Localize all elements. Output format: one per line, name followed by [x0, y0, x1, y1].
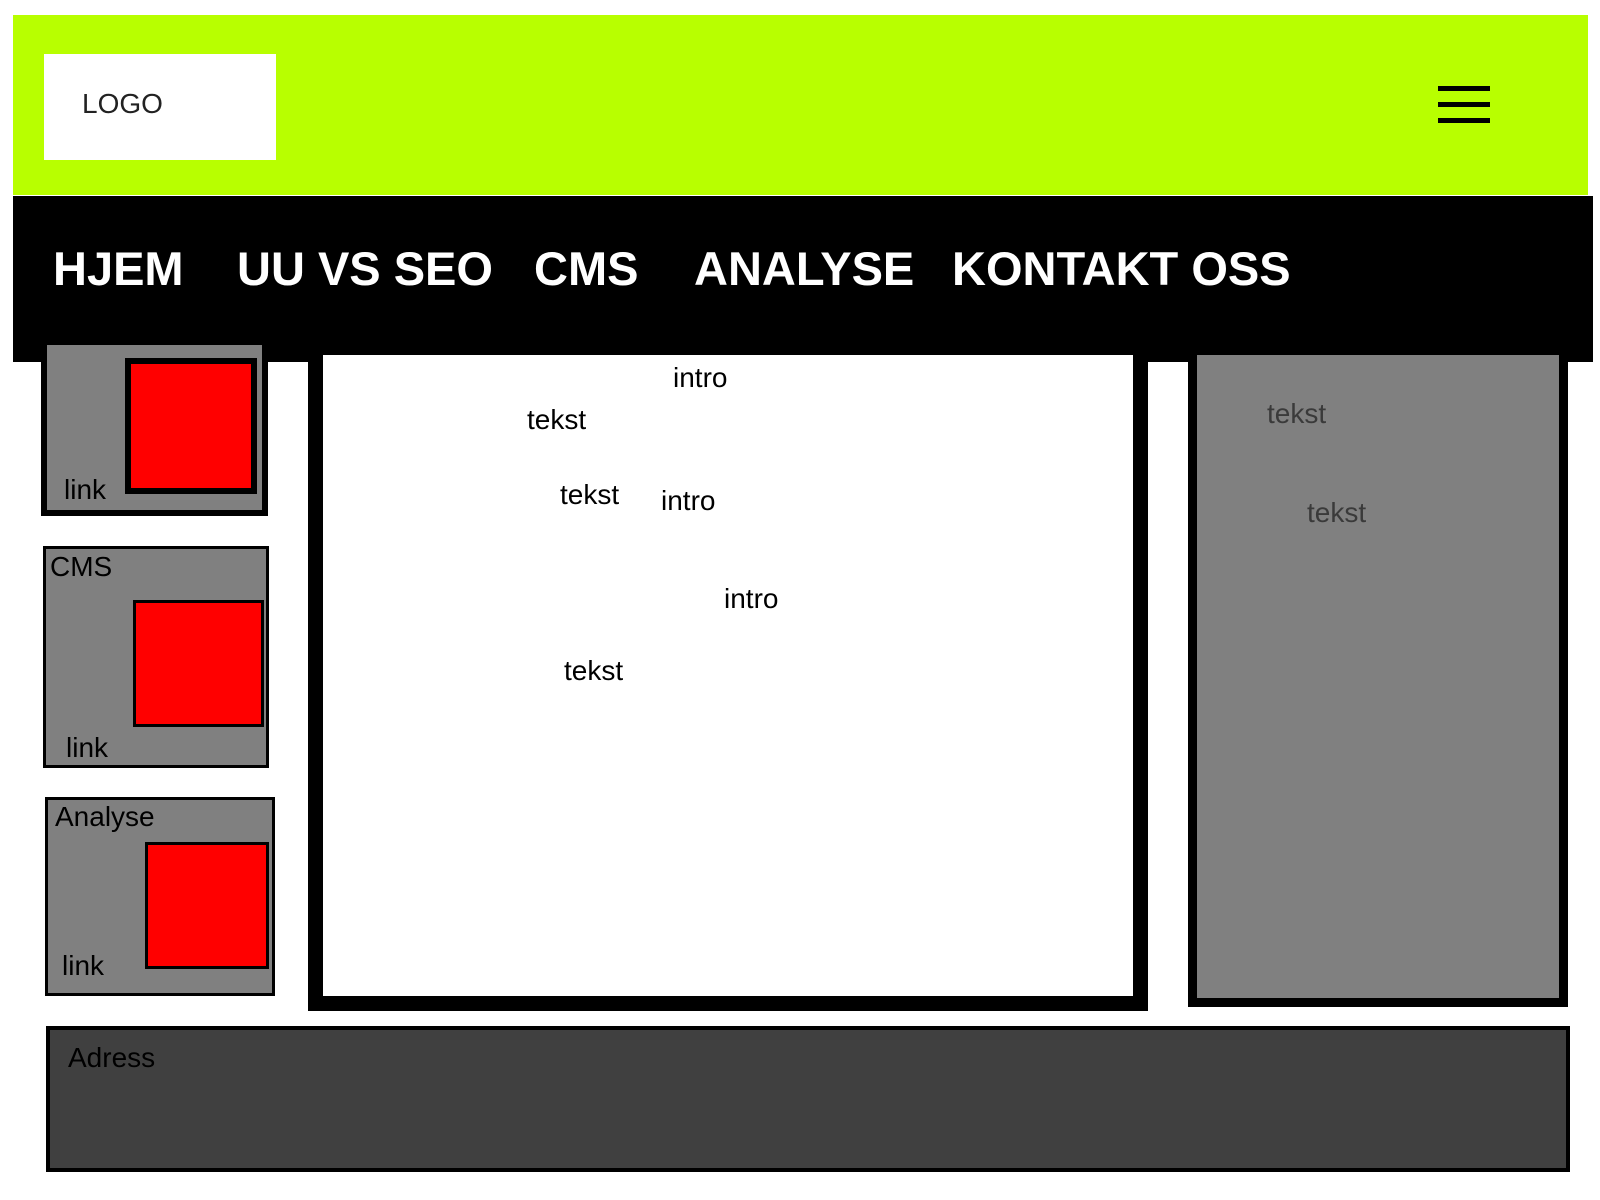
hamburger-menu-icon[interactable]: [1438, 86, 1490, 124]
nav-item-uu-vs-seo[interactable]: UU VS SEO: [237, 243, 493, 295]
main-intro-1: intro: [673, 362, 728, 393]
main-tekst-1: tekst: [527, 404, 587, 435]
aside-tekst-1: tekst: [1267, 398, 1327, 429]
nav-item-cms[interactable]: CMS: [534, 243, 638, 295]
sidebar-card-analyse-image: [145, 842, 269, 969]
right-sidebar: [1188, 355, 1568, 1007]
sidebar-card-1-link[interactable]: link: [64, 474, 106, 506]
sidebar-card-analyse-title: Analyse: [55, 801, 155, 832]
main-intro-3: intro: [724, 583, 779, 614]
nav-item-hjem[interactable]: HJEM: [53, 243, 184, 295]
nav-item-analyse[interactable]: ANALYSE: [694, 243, 914, 295]
main-intro-2: intro: [661, 485, 716, 516]
sidebar-card-analyse-link[interactable]: link: [62, 950, 104, 982]
nav-item-kontakt-oss[interactable]: KONTAKT OSS: [952, 243, 1291, 295]
sidebar-card-1-strip: [125, 494, 258, 500]
main-tekst-3: tekst: [564, 655, 624, 686]
logo-text: LOGO: [82, 88, 163, 119]
site-footer: [46, 1026, 1570, 1172]
footer-address: Adress: [68, 1042, 156, 1073]
sidebar-card-cms-link[interactable]: link: [66, 732, 108, 764]
sidebar-card-cms-image: [133, 600, 264, 727]
sidebar-card-1-image: [125, 358, 257, 494]
aside-tekst-2: tekst: [1307, 497, 1367, 528]
sidebar-card-cms-title: CMS: [50, 551, 113, 582]
main-tekst-2: tekst: [560, 479, 620, 510]
main-content: [308, 355, 1148, 1011]
